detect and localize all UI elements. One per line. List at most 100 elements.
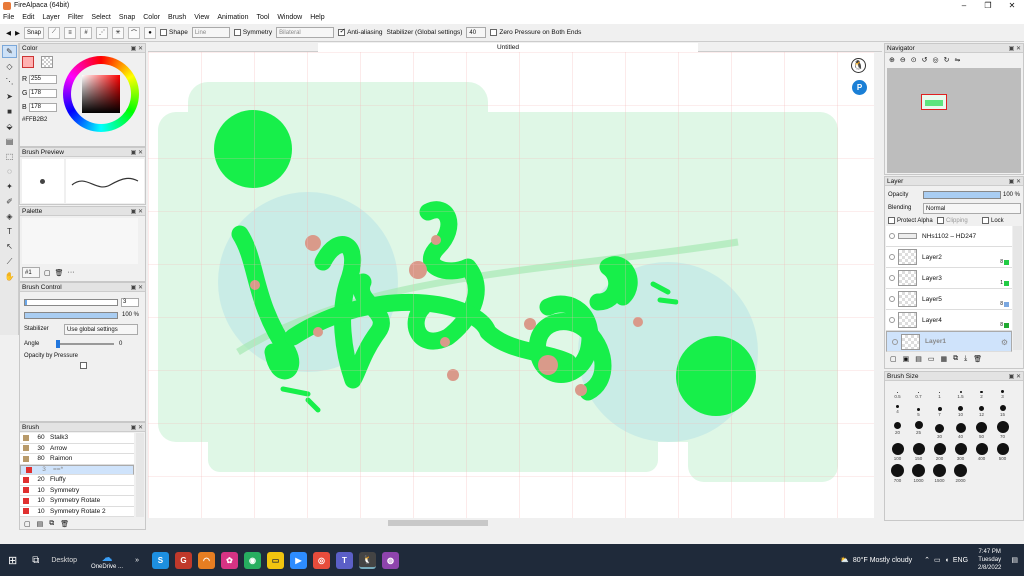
panel-float-icon[interactable]: ▣ ✕ bbox=[1009, 373, 1023, 380]
layer-row[interactable]: NHs1102 – HD247 bbox=[886, 226, 1012, 247]
minimize-button[interactable]: – bbox=[952, 0, 976, 11]
menu-snap[interactable]: Snap bbox=[119, 14, 135, 21]
brush-item[interactable]: 30 Arrow bbox=[20, 443, 134, 454]
view-rect[interactable] bbox=[921, 94, 947, 110]
lock-checkbox[interactable]: Lock bbox=[982, 217, 1004, 224]
hand-tool-icon[interactable]: ✋ bbox=[2, 270, 17, 283]
brush-size-option[interactable]: 1500 bbox=[929, 461, 950, 483]
snap-button[interactable]: Snap bbox=[24, 26, 45, 39]
brush-size-option[interactable]: 700 bbox=[887, 461, 908, 483]
brush-size-option[interactable]: 10 bbox=[950, 399, 971, 417]
shape-checkbox[interactable]: Shape bbox=[160, 28, 188, 36]
brush-tool-icon[interactable]: ✎ bbox=[2, 45, 17, 58]
eyedropper-icon[interactable]: ⟋ bbox=[2, 255, 17, 268]
brush-size-option[interactable]: 7 bbox=[929, 399, 950, 417]
layer-row[interactable]: Layer1 ⚙ bbox=[886, 331, 1012, 352]
palette-swatches[interactable] bbox=[22, 218, 138, 264]
panel-float-icon[interactable]: ▣ ✕ bbox=[131, 284, 145, 291]
duplicate-layer-icon[interactable]: ⧉ bbox=[953, 355, 958, 363]
teams-icon[interactable]: T bbox=[335, 551, 353, 569]
volume-icon[interactable]: ◖ bbox=[945, 557, 949, 564]
canvas-horizontal-scrollbar[interactable] bbox=[148, 518, 882, 527]
menu-help[interactable]: Help bbox=[310, 14, 324, 21]
layer-settings-icon[interactable]: ▦ bbox=[941, 355, 948, 363]
next-frame-button[interactable]: ▶ bbox=[15, 29, 20, 37]
layer-list-scrollbar[interactable] bbox=[1013, 226, 1022, 350]
toolbar-expand-icon[interactable]: » bbox=[135, 557, 139, 564]
brush-size-option[interactable]: 1000 bbox=[908, 461, 929, 483]
select-tool-icon[interactable]: ⬚ bbox=[2, 150, 17, 163]
zero-pressure-checkbox[interactable]: Zero Pressure on Both Ends bbox=[490, 28, 581, 36]
snap-radial-icon[interactable]: ✳ bbox=[112, 26, 125, 39]
symmetry-checkbox[interactable]: Symmetry bbox=[233, 28, 272, 36]
artwork[interactable] bbox=[148, 52, 874, 518]
g-input[interactable]: 178 bbox=[29, 89, 57, 98]
antialias-checkbox[interactable]: Anti-aliasing bbox=[338, 27, 383, 36]
menu-window[interactable]: Window bbox=[277, 14, 302, 21]
menu-file[interactable]: File bbox=[3, 14, 14, 21]
shape-select[interactable]: Line bbox=[191, 27, 230, 38]
picture-app-icon[interactable]: ◉ bbox=[243, 551, 261, 569]
chrome-icon[interactable]: ◎ bbox=[312, 551, 330, 569]
pixiv-icon[interactable]: P bbox=[852, 80, 867, 95]
visibility-eye-icon[interactable] bbox=[889, 317, 895, 323]
text-tool-icon[interactable]: T bbox=[2, 225, 17, 238]
panel-float-icon[interactable]: ▣ ✕ bbox=[131, 208, 145, 215]
task-view-icon[interactable]: ⧉ bbox=[32, 555, 39, 566]
menu-filter[interactable]: Filter bbox=[68, 14, 84, 21]
angle-slider[interactable] bbox=[56, 340, 114, 348]
weather-text[interactable]: 80°F Mostly cloudy bbox=[853, 557, 912, 564]
brush-settings-icon[interactable]: ▤ bbox=[37, 520, 44, 528]
menu-color[interactable]: Color bbox=[143, 14, 160, 21]
delete-layer-icon[interactable]: 🗑 bbox=[973, 355, 982, 363]
snap-curve-icon[interactable]: ⌒ bbox=[128, 26, 141, 39]
visibility-eye-icon[interactable] bbox=[892, 338, 898, 345]
weather-icon[interactable]: ⛅ bbox=[840, 556, 849, 564]
duplicate-brush-icon[interactable]: ⧉ bbox=[49, 520, 54, 528]
scroll-thumb[interactable] bbox=[388, 520, 488, 526]
brush-size-option[interactable]: 100 bbox=[887, 439, 908, 461]
browser-icon[interactable]: ◍ bbox=[381, 551, 399, 569]
brush-size-option[interactable]: 40 bbox=[950, 417, 971, 439]
zoom-fit-icon[interactable]: ⊙ bbox=[911, 56, 917, 64]
layer-row[interactable]: Layer3 1 bbox=[886, 268, 1012, 289]
network-icon[interactable]: ▭ bbox=[934, 556, 941, 564]
file-explorer-icon[interactable]: ▭ bbox=[266, 551, 284, 569]
desktop-toolbar-label[interactable]: Desktop bbox=[51, 557, 77, 564]
stabilizer-select[interactable]: 40 bbox=[466, 27, 487, 38]
brush-size-option[interactable]: 30 bbox=[929, 417, 950, 439]
layer-opacity-slider[interactable] bbox=[923, 191, 1001, 199]
panel-float-icon[interactable]: ▣ ✕ bbox=[131, 424, 145, 431]
brush-item[interactable]: 3 ==* bbox=[20, 464, 134, 475]
new-folder-icon[interactable]: ▭ bbox=[928, 355, 935, 363]
layer-row[interactable]: Layer4 8 bbox=[886, 310, 1012, 331]
clock[interactable]: 7:47 PM Tuesday 2/8/2022 bbox=[978, 548, 1001, 572]
merge-layer-icon[interactable]: ⤓ bbox=[964, 355, 967, 363]
gradient-tool-icon[interactable]: ▤ bbox=[2, 135, 17, 148]
visibility-eye-icon[interactable] bbox=[889, 296, 895, 302]
firealpaca-taskbar-icon[interactable]: 🐧 bbox=[358, 551, 376, 569]
visibility-eye-icon[interactable] bbox=[889, 233, 895, 239]
brush-size-option[interactable]: 200 bbox=[929, 439, 950, 461]
panel-float-icon[interactable]: ▣ ✕ bbox=[1009, 178, 1023, 185]
navigator-preview[interactable] bbox=[887, 68, 1021, 173]
tab-untitled[interactable]: Untitled bbox=[318, 43, 698, 52]
menu-select[interactable]: Select bbox=[91, 14, 110, 21]
brush-size-option[interactable]: 25 bbox=[908, 417, 929, 435]
language-indicator[interactable]: ENG bbox=[953, 557, 968, 564]
magic-wand-icon[interactable]: ✦ bbox=[2, 180, 17, 193]
brush-list-scrollbar[interactable] bbox=[136, 433, 144, 517]
panel-float-icon[interactable]: ▣ ✕ bbox=[131, 45, 145, 52]
new-brush-icon[interactable]: ▢ bbox=[24, 520, 31, 528]
menu-view[interactable]: View bbox=[194, 14, 209, 21]
background-color-swatch[interactable] bbox=[41, 56, 53, 68]
rotate-left-icon[interactable]: ↺ bbox=[922, 56, 928, 64]
palette-select[interactable]: #1 bbox=[22, 267, 40, 278]
select-eraser-icon[interactable]: ◈ bbox=[2, 210, 17, 223]
brush-size-option[interactable]: 0.5 bbox=[887, 384, 908, 399]
layer-settings-gear-icon[interactable]: ⚙ bbox=[1001, 338, 1008, 347]
drawing-canvas[interactable]: 🐧 P bbox=[148, 52, 874, 518]
brush-size-option[interactable]: 150 bbox=[908, 439, 929, 461]
snap-parallel-icon[interactable]: ≡ bbox=[64, 26, 77, 39]
clipping-checkbox[interactable]: Clipping bbox=[937, 217, 968, 224]
